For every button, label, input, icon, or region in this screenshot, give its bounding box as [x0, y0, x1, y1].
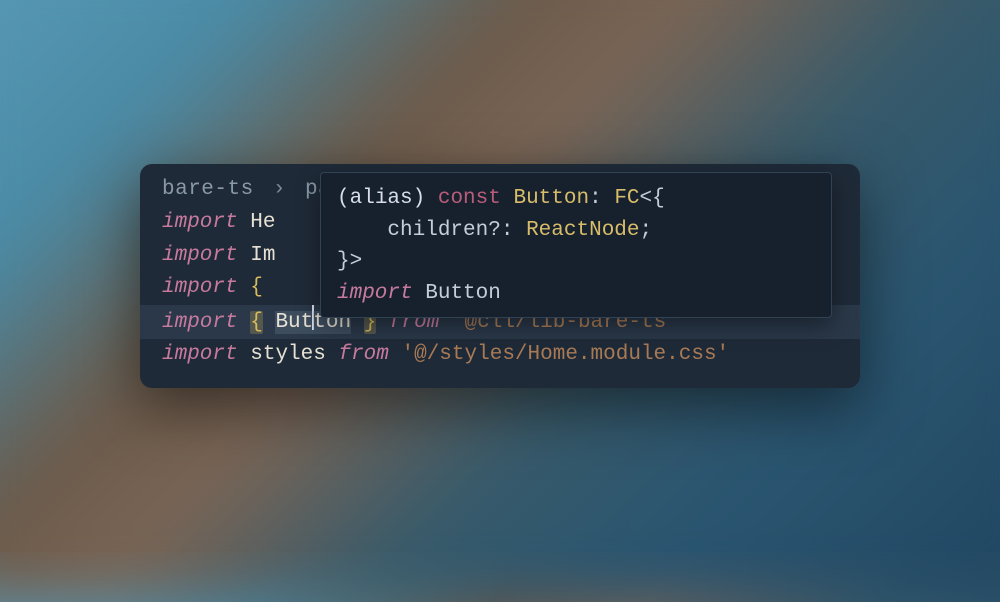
keyword-from: from: [338, 343, 388, 366]
tooltip-line: children?: ReactNode;: [337, 215, 815, 247]
identifier: Im: [238, 244, 276, 267]
chevron-right-icon: ›: [273, 178, 286, 201]
tooltip-line: }>: [337, 246, 815, 278]
keyword-import: import: [162, 211, 238, 234]
identifier: styles: [250, 343, 326, 366]
brace: {: [238, 276, 276, 299]
code-editor-panel: bare-ts › pa import He import Im import …: [140, 164, 860, 388]
keyword-import: import: [162, 244, 238, 267]
keyword-import: import: [162, 311, 238, 334]
code-line[interactable]: import styles from '@/styles/Home.module…: [162, 339, 838, 372]
tooltip-line: (alias) const Button: FC<{: [337, 183, 815, 215]
hover-tooltip: (alias) const Button: FC<{ children?: Re…: [320, 172, 832, 318]
keyword-import: import: [162, 276, 238, 299]
string-literal: '@/styles/Home.module.css': [402, 343, 730, 366]
tooltip-line: import Button: [337, 278, 815, 310]
identifier: He: [238, 211, 276, 234]
identifier-part: But: [275, 311, 313, 334]
brace-open: {: [250, 311, 263, 334]
breadcrumb-segment[interactable]: bare-ts: [162, 178, 254, 201]
keyword-import: import: [162, 343, 238, 366]
